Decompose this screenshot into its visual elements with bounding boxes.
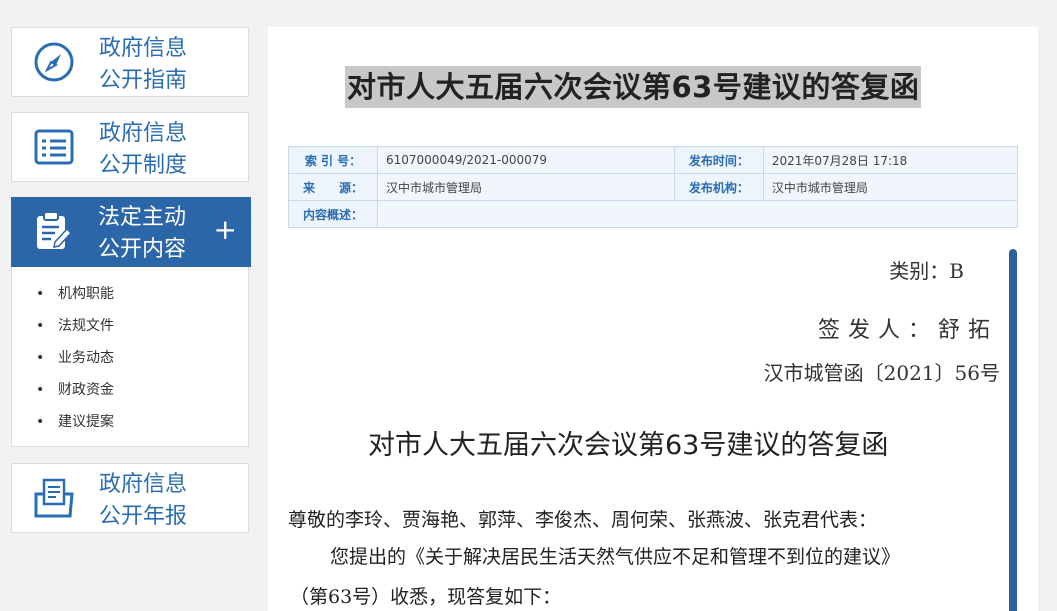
doc-title: 对市人大五届六次会议第63号建议的答复函 (368, 430, 889, 461)
sidebar-subitem[interactable]: 法规文件 (36, 315, 114, 347)
pubtime-value: 2021年07月28日 17:18 (762, 146, 1019, 174)
sidebar-sub-list: 机构职能 法规文件 业务动态 财政资金 建议提案 (36, 283, 114, 443)
expand-icon[interactable]: + (214, 215, 237, 245)
org-label: 发布机构： (673, 173, 764, 201)
sidebar-subitem[interactable]: 业务动态 (36, 347, 114, 379)
table-row: 内容概述： (288, 200, 1018, 228)
sidebar-item-label: 政府信息 公开指南 (99, 36, 188, 93)
summary-value (377, 200, 1018, 228)
folder-document-icon (32, 476, 76, 520)
doc-paragraph: （第63号）收悉，现答复如下： (290, 586, 562, 608)
sidebar-item-system[interactable]: 政府信息 公开制度 (11, 112, 249, 182)
source-value: 汉中市城市管理局 (377, 173, 675, 201)
sidebar-item-guide[interactable]: 政府信息 公开指南 (11, 27, 249, 97)
list-document-icon (32, 125, 76, 169)
doc-number: 汉市城管函〔2021〕56号 (763, 361, 1000, 385)
summary-label: 内容概述： (288, 200, 378, 228)
main-content: 对市人大五届六次会议第63号建议的答复函 索 引 号： 6107000049/2… (268, 27, 1038, 611)
index-label: 索 引 号： (288, 146, 378, 174)
clipboard-edit-icon (31, 209, 75, 253)
scrollbar[interactable] (1009, 249, 1017, 611)
index-value: 6107000049/2021-000079 (377, 146, 675, 174)
sidebar-item-active[interactable]: 法定主动 公开内容 + (11, 197, 251, 267)
doc-signer: 签发人：舒拓 (817, 318, 998, 343)
sidebar-item-label: 政府信息 公开年报 (99, 472, 188, 529)
doc-paragraph: 您提出的《关于解决居民生活天然气供应不足和管理不到位的建议》 (330, 546, 901, 568)
compass-icon (32, 40, 76, 84)
sidebar-section-active: 法定主动 公开内容 + 机构职能 法规文件 业务动态 财政资金 建议提案 (11, 197, 251, 447)
org-value: 汉中市城市管理局 (762, 173, 1019, 201)
page-title: 对市人大五届六次会议第63号建议的答复函 (345, 66, 922, 108)
sidebar-item-label: 法定主动 公开内容 (98, 205, 187, 262)
doc-category: 类别：B (889, 259, 964, 283)
doc-greeting: 尊敬的李玲、贾海艳、郭萍、李俊杰、周何荣、张燕波、张克君代表： (288, 509, 878, 531)
table-row: 来 源： 汉中市城市管理局 发布机构： 汉中市城市管理局 (288, 173, 1019, 201)
sidebar-subitem[interactable]: 财政资金 (36, 379, 114, 411)
table-row: 索 引 号： 6107000049/2021-000079 发布时间： 2021… (288, 146, 1019, 174)
source-label: 来 源： (288, 173, 378, 201)
meta-table: 索 引 号： 6107000049/2021-000079 发布时间： 2021… (288, 146, 1019, 228)
sidebar-subitem[interactable]: 建议提案 (36, 411, 114, 443)
sidebar-subitem[interactable]: 机构职能 (36, 283, 114, 315)
sidebar-item-annual[interactable]: 政府信息 公开年报 (11, 463, 249, 533)
pubtime-label: 发布时间： (673, 146, 764, 174)
sidebar-item-label: 政府信息 公开制度 (99, 121, 188, 178)
